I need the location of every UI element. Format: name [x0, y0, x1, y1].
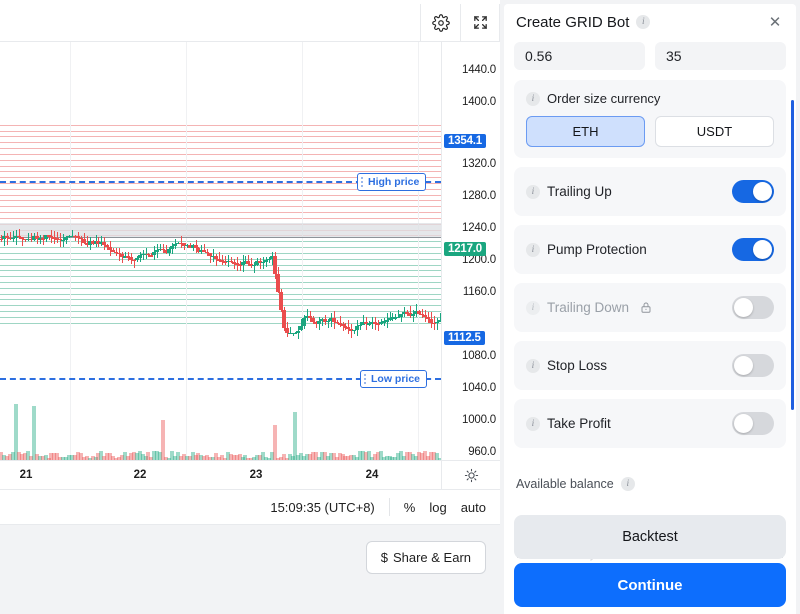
backtest-button[interactable]: Backtest — [514, 515, 786, 559]
info-icon[interactable]: i — [526, 416, 540, 431]
close-icon[interactable]: ✕ — [766, 13, 784, 31]
dollar-icon: $ — [380, 550, 388, 565]
price-tick: 960.0 — [468, 446, 496, 458]
trailing-down-switch[interactable] — [732, 296, 774, 319]
panel-footer: Available balance i Base currency 0 ETH … — [504, 467, 796, 614]
price-tick: 1400.0 — [462, 96, 496, 108]
currency-option-eth[interactable]: ETH — [526, 116, 645, 147]
price-tick: 1000.0 — [462, 414, 496, 426]
order-size-currency-label-row: i Order size currency — [526, 91, 774, 106]
scale-percent-button[interactable]: % — [404, 500, 416, 515]
toggle-label: Trailing Down — [547, 300, 630, 315]
low-price-tag[interactable]: Low price — [360, 370, 428, 388]
toggle-label: Trailing Up — [547, 184, 612, 199]
continue-button[interactable]: Continue — [514, 563, 786, 607]
info-icon[interactable]: i — [526, 184, 540, 199]
chart-settings-icon[interactable] — [441, 460, 500, 490]
price-tick: 1240.0 — [462, 222, 496, 234]
app-root: High price Low price 1440.0 1400.0 1320.… — [0, 0, 800, 614]
stop-loss-label-row: i Stop Loss — [526, 358, 607, 373]
time-tick: 22 — [133, 469, 147, 481]
low-price-badge: 1112.5 — [444, 331, 485, 345]
toggle-row-pump-protection[interactable]: i Pump Protection — [514, 225, 786, 274]
chart-pane: High price Low price 1440.0 1400.0 1320.… — [0, 0, 500, 614]
toggle-row-take-profit[interactable]: i Take Profit — [514, 399, 786, 448]
current-price-badge: 1217.0 — [444, 242, 486, 256]
info-icon[interactable]: i — [526, 242, 540, 257]
price-axis[interactable]: 1440.0 1400.0 1320.0 1280.0 1240.0 1200.… — [441, 42, 500, 460]
take-profit-label-row: i Take Profit — [526, 416, 611, 431]
info-icon[interactable]: i — [620, 477, 635, 491]
price-tick: 1320.0 — [462, 158, 496, 170]
scale-auto-button[interactable]: auto — [461, 500, 486, 515]
info-icon[interactable]: i — [526, 300, 540, 315]
toggle-row-trailing-up[interactable]: i Trailing Up — [514, 167, 786, 216]
price-tick: 1080.0 — [462, 350, 496, 362]
toggle-row-stop-loss[interactable]: i Stop Loss — [514, 341, 786, 390]
order-size-currency-segmented: ETH USDT — [526, 116, 774, 147]
trailing-up-label-row: i Trailing Up — [526, 184, 612, 199]
chart-clock: 15:09:35 (UTC+8) — [270, 499, 375, 515]
share-and-earn-button[interactable]: $ Share & Earn — [365, 541, 486, 574]
available-balance-label: Available balance — [516, 477, 614, 491]
high-price-tag[interactable]: High price — [357, 173, 427, 191]
currency-option-usdt[interactable]: USDT — [655, 116, 774, 147]
info-icon[interactable]: i — [636, 15, 651, 29]
info-icon[interactable]: i — [526, 358, 540, 373]
time-axis[interactable]: 21 22 23 24 — [0, 460, 441, 490]
time-tick: 21 — [19, 469, 33, 481]
price-tick: 1440.0 — [462, 64, 496, 76]
toggle-label: Pump Protection — [547, 242, 647, 257]
order-size-currency-card: i Order size currency ETH USDT — [514, 80, 786, 158]
time-tick: 23 — [249, 469, 263, 481]
toggle-label: Take Profit — [547, 416, 611, 431]
trailing-down-label-row: i Trailing Down — [526, 300, 652, 315]
lock-icon — [640, 301, 652, 314]
price-tick: 1160.0 — [462, 286, 496, 298]
panel-scrollbar[interactable] — [791, 100, 794, 410]
high-price-badge: 1354.1 — [444, 134, 486, 148]
gear-icon[interactable] — [420, 4, 460, 41]
panel-header: Create GRID Bot i ✕ — [504, 4, 796, 40]
info-icon[interactable]: i — [526, 91, 540, 106]
price-tick: 1040.0 — [462, 382, 496, 394]
scale-log-button[interactable]: log — [429, 500, 446, 515]
time-tick: 24 — [365, 469, 379, 481]
panel-body: 0.56 35 i Order size currency ETH USDT i… — [504, 40, 796, 471]
stop-loss-switch[interactable] — [732, 354, 774, 377]
toggle-label: Stop Loss — [547, 358, 608, 373]
take-profit-switch[interactable] — [732, 412, 774, 435]
page-title: Create GRID Bot — [516, 13, 630, 31]
price-tick: 1280.0 — [462, 190, 496, 202]
chart-footer: 15:09:35 (UTC+8) % log auto — [0, 490, 500, 525]
order-size-currency-label: Order size currency — [547, 91, 661, 106]
expand-icon[interactable] — [460, 4, 500, 41]
pump-protection-label-row: i Pump Protection — [526, 242, 647, 257]
amount-grid-inputs: 0.56 35 — [514, 42, 786, 70]
available-balance-row: Available balance i — [514, 467, 786, 491]
chart-plot-area[interactable]: High price Low price — [0, 42, 441, 460]
amount-input[interactable]: 0.56 — [514, 42, 645, 70]
trailing-up-switch[interactable] — [732, 180, 774, 203]
chart-toolbar — [0, 4, 500, 42]
create-grid-bot-panel: Create GRID Bot i ✕ 0.56 35 i Order size… — [504, 4, 796, 614]
chart-bottom-bar: $ Share & Earn — [0, 525, 500, 614]
grid-count-input[interactable]: 35 — [655, 42, 786, 70]
share-and-earn-label: Share & Earn — [392, 550, 471, 565]
pump-protection-switch[interactable] — [732, 238, 774, 261]
toggle-row-trailing-down[interactable]: i Trailing Down — [514, 283, 786, 332]
footer-divider — [388, 498, 390, 516]
